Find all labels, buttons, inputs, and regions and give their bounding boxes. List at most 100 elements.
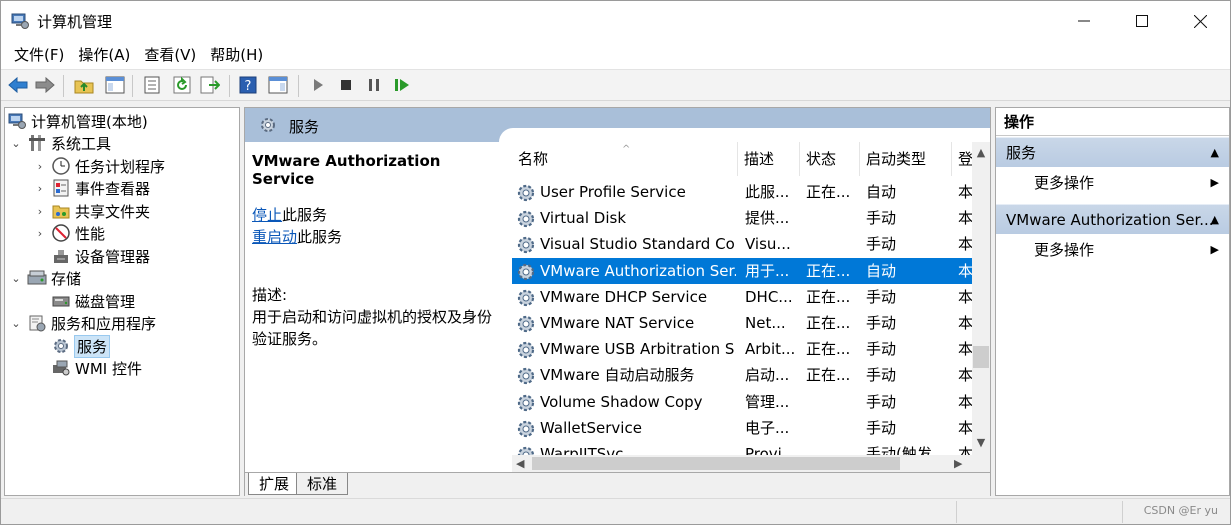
service-row[interactable]: VMware Authorization Ser... 用于... 正在... 自动 本 bbox=[512, 257, 972, 284]
service-row[interactable]: Visual Studio Standard Coll... Visu... 手动 本 bbox=[512, 231, 972, 257]
service-row[interactable]: VMware USB Arbitration S... Arbit... 正在...… bbox=[512, 336, 972, 362]
chevron-down-icon[interactable]: ⌄ bbox=[9, 272, 23, 285]
stop-service-link[interactable]: 停止 bbox=[252, 206, 282, 224]
maximize-button[interactable] bbox=[1113, 1, 1171, 41]
cell-logon: 本 bbox=[958, 314, 972, 332]
horizontal-scrollbar[interactable]: ◀ ▶ bbox=[512, 455, 990, 472]
start-service-button[interactable] bbox=[307, 74, 329, 96]
submenu-arrow-icon: ▶ bbox=[1210, 243, 1219, 256]
menu-file[interactable]: 文件(F) bbox=[7, 41, 71, 69]
service-row[interactable]: VMware NAT Service Net... 正在... 手动 本 bbox=[512, 310, 972, 336]
restart-service-row: 重启动此服务 bbox=[252, 226, 342, 247]
restart-service-link[interactable]: 重启动 bbox=[252, 228, 297, 246]
service-gear-icon bbox=[517, 394, 535, 411]
stop-service-suffix: 此服务 bbox=[282, 206, 328, 224]
service-gear-icon bbox=[517, 263, 535, 280]
cell-logon: 本 bbox=[958, 418, 972, 437]
description-label: 描述: bbox=[252, 286, 288, 304]
cell-desc: Visu... bbox=[745, 235, 791, 254]
tree-node-event-viewer[interactable]: › 事件查看器 bbox=[33, 177, 150, 199]
tree-node-storage[interactable]: ⌄ 存储 bbox=[9, 267, 81, 289]
scroll-left-icon[interactable]: ◀ bbox=[516, 455, 524, 472]
chevron-right-icon[interactable]: › bbox=[33, 182, 47, 195]
chevron-right-icon[interactable]: › bbox=[33, 227, 47, 240]
scroll-right-icon[interactable]: ▶ bbox=[954, 455, 962, 472]
close-button[interactable] bbox=[1171, 1, 1229, 41]
forward-button[interactable] bbox=[34, 74, 56, 96]
computer-management-icon bbox=[7, 111, 27, 131]
service-row[interactable]: VMware DHCP Service DHC... 正在... 手动 本 bbox=[512, 284, 972, 310]
sort-ascending-icon: ^ bbox=[622, 144, 631, 155]
cell-name: User Profile Service bbox=[540, 183, 686, 201]
back-button[interactable] bbox=[7, 74, 29, 96]
chevron-down-icon[interactable]: ⌄ bbox=[9, 317, 23, 330]
tab-standard[interactable]: 标准 bbox=[296, 473, 349, 495]
service-gear-icon bbox=[517, 342, 535, 359]
vertical-scroll-thumb[interactable] bbox=[973, 346, 989, 368]
tab-extended[interactable]: 扩展 bbox=[248, 473, 301, 495]
help-button[interactable]: ? bbox=[237, 74, 259, 96]
service-row[interactable]: User Profile Service 此服... 正在... 自动 本 bbox=[512, 179, 972, 205]
tree-node-root[interactable]: 计算机管理(本地) bbox=[7, 110, 148, 132]
tree-node-device-manager[interactable]: 设备管理器 bbox=[51, 245, 150, 267]
scroll-down-icon[interactable]: ▼ bbox=[972, 436, 990, 449]
up-one-level-button[interactable] bbox=[73, 74, 95, 96]
service-row[interactable]: Virtual Disk 提供... 手动 本 bbox=[512, 205, 972, 231]
action-section-services[interactable]: 服务 ▲ bbox=[996, 137, 1229, 167]
tree-node-performance[interactable]: › 性能 bbox=[33, 222, 105, 244]
show-hide-action-pane-button[interactable] bbox=[267, 74, 289, 96]
menu-bar: 文件(F) 操作(A) 查看(V) 帮助(H) bbox=[1, 41, 1230, 69]
menu-view[interactable]: 查看(V) bbox=[137, 41, 203, 69]
action-section-vmware-auth[interactable]: VMware Authorization Ser... ▲ bbox=[996, 204, 1229, 234]
header-curve bbox=[499, 128, 990, 142]
tree-node-task-scheduler[interactable]: › 任务计划程序 bbox=[33, 155, 165, 177]
help-icon: ? bbox=[239, 76, 257, 94]
tree-node-shared-folders[interactable]: › 共享文件夹 bbox=[33, 200, 150, 222]
tree-node-disk-management[interactable]: 磁盘管理 bbox=[51, 290, 135, 312]
tree-node-services[interactable]: 服务 bbox=[51, 334, 111, 358]
tree-node-wmi[interactable]: WMI 控件 bbox=[51, 357, 142, 379]
column-status[interactable]: 状态 bbox=[800, 142, 860, 176]
tree-label: WMI 控件 bbox=[75, 359, 142, 378]
scroll-up-icon[interactable]: ▲ bbox=[972, 146, 990, 159]
chevron-down-icon[interactable]: ⌄ bbox=[9, 137, 23, 150]
refresh-button[interactable] bbox=[171, 74, 193, 96]
pause-service-button[interactable] bbox=[363, 74, 385, 96]
restart-service-button[interactable] bbox=[391, 74, 413, 96]
cell-name: VMware 自动启动服务 bbox=[540, 366, 695, 385]
tree-label: 计算机管理(本地) bbox=[31, 112, 148, 131]
status-separator bbox=[956, 501, 957, 523]
column-logon[interactable]: 登 bbox=[952, 142, 973, 176]
service-row[interactable]: WalletService 电子... 手动 本 bbox=[512, 415, 972, 441]
more-actions-label: 更多操作 bbox=[1034, 174, 1095, 192]
menu-help[interactable]: 帮助(H) bbox=[203, 41, 270, 69]
vertical-scrollbar[interactable]: ▲ ▼ bbox=[972, 142, 990, 455]
more-actions-services[interactable]: 更多操作 ▶ bbox=[996, 168, 1229, 198]
more-actions-vmware-auth[interactable]: 更多操作 ▶ bbox=[996, 235, 1229, 265]
service-row[interactable]: VMware 自动启动服务 启动... 正在... 手动 本 bbox=[512, 362, 972, 388]
tree-node-services-apps[interactable]: ⌄ 服务和应用程序 bbox=[9, 312, 156, 334]
cell-status: 正在... bbox=[806, 366, 851, 385]
cell-desc: 电子... bbox=[745, 418, 790, 437]
tree-node-system-tools[interactable]: ⌄ 系统工具 bbox=[9, 132, 111, 154]
column-startup-type[interactable]: 启动类型 bbox=[860, 142, 952, 176]
wmi-control-icon bbox=[51, 358, 71, 378]
stop-service-button[interactable] bbox=[335, 74, 357, 96]
chevron-right-icon[interactable]: › bbox=[33, 205, 47, 218]
back-arrow-icon bbox=[8, 77, 28, 93]
cell-logon: 本 bbox=[958, 287, 972, 306]
show-hide-tree-button[interactable] bbox=[104, 74, 126, 96]
minimize-button[interactable] bbox=[1055, 1, 1113, 41]
export-list-button[interactable] bbox=[199, 74, 221, 96]
cell-logon: 本 bbox=[958, 261, 972, 280]
console-tree: 计算机管理(本地) ⌄ 系统工具 › 任务计划程序 › 事件查看器 › 共享文件… bbox=[4, 107, 240, 496]
cell-desc: Arbit... bbox=[745, 340, 796, 359]
properties-button[interactable] bbox=[141, 74, 163, 96]
cell-desc: DHC... bbox=[745, 287, 793, 306]
horizontal-scroll-thumb[interactable] bbox=[532, 457, 900, 470]
column-description[interactable]: 描述 bbox=[738, 142, 800, 176]
chevron-right-icon[interactable]: › bbox=[33, 160, 47, 173]
disk-icon bbox=[51, 291, 71, 311]
service-row[interactable]: Volume Shadow Copy 管理... 手动 本 bbox=[512, 389, 972, 415]
menu-action[interactable]: 操作(A) bbox=[71, 41, 137, 69]
